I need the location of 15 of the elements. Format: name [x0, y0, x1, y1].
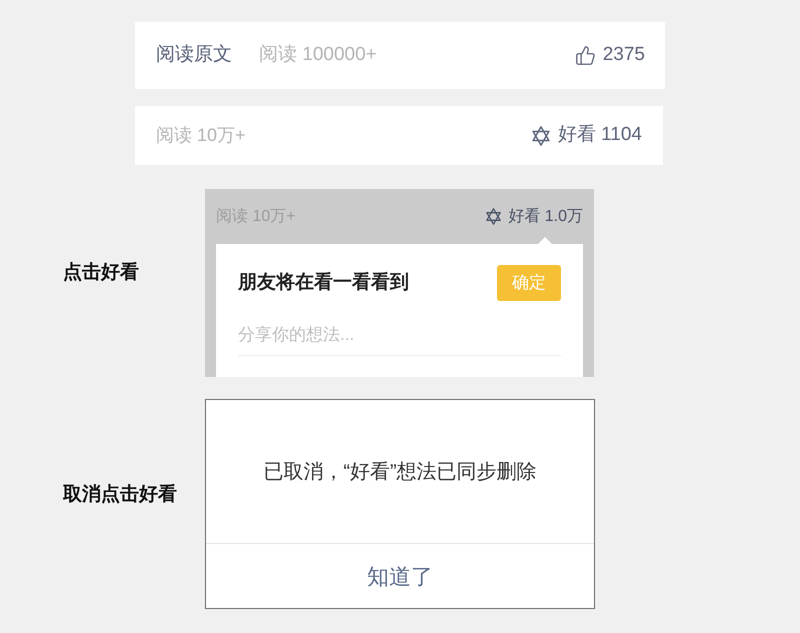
dialog-message: 已取消，“好看”想法已同步删除	[263, 460, 537, 484]
comment-input[interactable]: 分享你的想法...	[238, 322, 561, 348]
wow-button[interactable]: 好看 1104	[530, 121, 642, 150]
read-count: 阅读 10万+	[156, 124, 246, 147]
hexagram-icon	[485, 208, 502, 225]
step-caption: 点击好看	[63, 262, 139, 283]
step-caption: 取消点击好看	[63, 484, 177, 505]
acknowledge-button[interactable]: 知道了	[206, 544, 594, 608]
read-original-link[interactable]: 阅读原文	[156, 41, 232, 70]
popup-title: 朋友将在看一看看到	[238, 270, 409, 295]
hexagram-icon	[530, 126, 551, 146]
like-button[interactable]: 2375	[574, 41, 645, 70]
thumbs-up-icon	[574, 45, 596, 66]
read-count: 阅读 100000+	[259, 43, 377, 68]
wow-button[interactable]: 好看 1.0万	[485, 204, 583, 228]
